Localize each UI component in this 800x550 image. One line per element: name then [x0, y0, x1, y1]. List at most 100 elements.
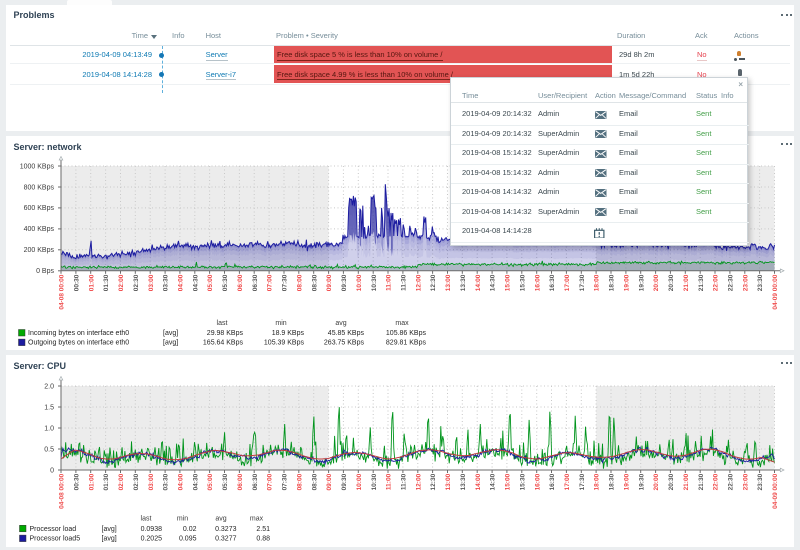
svg-text:829.81 KBps: 829.81 KBps	[386, 340, 427, 347]
svg-text:22:30: 22:30	[728, 274, 735, 291]
svg-text:20:00: 20:00	[653, 473, 660, 490]
svg-text:08:30: 08:30	[311, 473, 318, 490]
svg-text:Processor load5: Processor load5	[30, 536, 81, 543]
svg-text:0.88: 0.88	[256, 536, 270, 543]
svg-text:21:30: 21:30	[698, 274, 705, 291]
svg-text:21:30: 21:30	[698, 473, 705, 490]
svg-text:13:30: 13:30	[460, 473, 467, 490]
svg-text:15:30: 15:30	[519, 274, 526, 291]
svg-text:Outgoing bytes on interface et: Outgoing bytes on interface eth0	[28, 340, 129, 347]
svg-text:0.3277: 0.3277	[215, 536, 237, 543]
svg-text:0.095: 0.095	[179, 536, 197, 543]
svg-text:min: min	[177, 516, 188, 523]
svg-text:20:00: 20:00	[653, 274, 660, 291]
svg-text:2.51: 2.51	[256, 526, 270, 533]
svg-text:17:30: 17:30	[579, 473, 586, 490]
svg-text:11:00: 11:00	[386, 473, 393, 490]
svg-text:[avg]: [avg]	[102, 526, 117, 533]
svg-text:23:00: 23:00	[742, 274, 749, 291]
svg-text:08:00: 08:00	[296, 473, 303, 490]
svg-text:07:30: 07:30	[282, 473, 289, 490]
svg-text:Incoming bytes on interface et: Incoming bytes on interface eth0	[28, 330, 129, 337]
svg-text:18.9 KBps: 18.9 KBps	[272, 330, 305, 337]
svg-text:16:30: 16:30	[549, 473, 556, 490]
svg-text:16:00: 16:00	[534, 274, 541, 291]
svg-text:01:00: 01:00	[88, 473, 95, 490]
svg-text:1000 KBps: 1000 KBps	[20, 163, 55, 170]
svg-text:02:30: 02:30	[133, 473, 140, 490]
svg-text:263.75 KBps: 263.75 KBps	[324, 340, 365, 347]
svg-text:10:30: 10:30	[371, 274, 378, 291]
svg-text:05:00: 05:00	[207, 473, 214, 490]
svg-text:0: 0	[50, 467, 54, 474]
svg-text:01:30: 01:30	[103, 274, 110, 291]
svg-text:08:00: 08:00	[296, 274, 303, 291]
svg-text:1.0: 1.0	[44, 425, 54, 432]
svg-text:18:30: 18:30	[609, 274, 616, 291]
svg-text:2.0: 2.0	[44, 383, 54, 390]
svg-text:05:30: 05:30	[222, 473, 229, 490]
svg-text:03:30: 03:30	[163, 473, 170, 490]
svg-text:20:30: 20:30	[668, 473, 675, 490]
svg-text:105.39 KBps: 105.39 KBps	[264, 340, 305, 347]
svg-text:18:30: 18:30	[609, 473, 616, 490]
svg-text:165.64 KBps: 165.64 KBps	[203, 340, 244, 347]
svg-text:15:30: 15:30	[519, 473, 526, 490]
svg-text:17:00: 17:00	[564, 274, 571, 291]
svg-text:07:00: 07:00	[267, 274, 274, 291]
svg-text:[avg]: [avg]	[102, 536, 117, 543]
svg-text:11:30: 11:30	[401, 473, 408, 490]
svg-text:14:00: 14:00	[475, 473, 482, 490]
svg-text:23:30: 23:30	[757, 473, 764, 490]
svg-text:0.02: 0.02	[183, 526, 197, 533]
svg-text:09:30: 09:30	[341, 274, 348, 291]
svg-text:0 Bps: 0 Bps	[36, 268, 54, 275]
svg-text:16:00: 16:00	[534, 473, 541, 490]
svg-text:02:00: 02:00	[118, 274, 125, 291]
svg-text:15:00: 15:00	[505, 473, 512, 490]
svg-text:1.5: 1.5	[44, 404, 54, 411]
svg-text:06:00: 06:00	[237, 274, 244, 291]
svg-text:[avg]: [avg]	[163, 330, 178, 337]
svg-text:03:30: 03:30	[163, 274, 170, 291]
svg-text:17:30: 17:30	[579, 274, 586, 291]
svg-text:02:30: 02:30	[133, 274, 140, 291]
svg-text:23:00: 23:00	[742, 473, 749, 490]
svg-text:avg: avg	[335, 320, 346, 327]
svg-text:04:30: 04:30	[192, 274, 199, 291]
svg-text:400 KBps: 400 KBps	[24, 226, 55, 233]
svg-text:13:00: 13:00	[445, 473, 452, 490]
svg-text:14:30: 14:30	[490, 473, 497, 490]
svg-text:19:30: 19:30	[638, 473, 645, 490]
svg-text:07:30: 07:30	[282, 274, 289, 291]
svg-text:22:00: 22:00	[713, 473, 720, 490]
svg-text:19:00: 19:00	[624, 274, 631, 291]
svg-text:10:00: 10:00	[356, 274, 363, 291]
svg-text:15:00: 15:00	[505, 274, 512, 291]
svg-text:14:00: 14:00	[475, 274, 482, 291]
svg-text:200 KBps: 200 KBps	[24, 247, 55, 254]
svg-text:04-08 00:00: 04-08 00:00	[59, 274, 66, 309]
svg-text:07:00: 07:00	[267, 473, 274, 490]
svg-text:45.85 KBps: 45.85 KBps	[328, 330, 365, 337]
svg-text:04-09 00:00: 04-09 00:00	[772, 473, 779, 508]
svg-text:08:30: 08:30	[311, 274, 318, 291]
svg-text:23:30: 23:30	[757, 274, 764, 291]
svg-text:04-08 00:00: 04-08 00:00	[59, 473, 66, 508]
svg-text:04:30: 04:30	[192, 473, 199, 490]
svg-text:0.3273: 0.3273	[215, 526, 237, 533]
svg-text:01:00: 01:00	[88, 274, 95, 291]
svg-text:10:30: 10:30	[371, 473, 378, 490]
svg-text:Processor load: Processor load	[30, 526, 77, 533]
svg-text:22:00: 22:00	[713, 274, 720, 291]
svg-text:11:00: 11:00	[386, 274, 393, 291]
svg-text:04:00: 04:00	[178, 473, 185, 490]
svg-text:last: last	[141, 516, 152, 523]
svg-text:21:00: 21:00	[683, 473, 690, 490]
svg-text:06:30: 06:30	[252, 274, 259, 291]
svg-text:0.2025: 0.2025	[141, 536, 163, 543]
svg-text:03:00: 03:00	[148, 473, 155, 490]
svg-text:105.86 KBps: 105.86 KBps	[386, 330, 427, 337]
svg-text:03:00: 03:00	[148, 274, 155, 291]
svg-text:02:00: 02:00	[118, 473, 125, 490]
